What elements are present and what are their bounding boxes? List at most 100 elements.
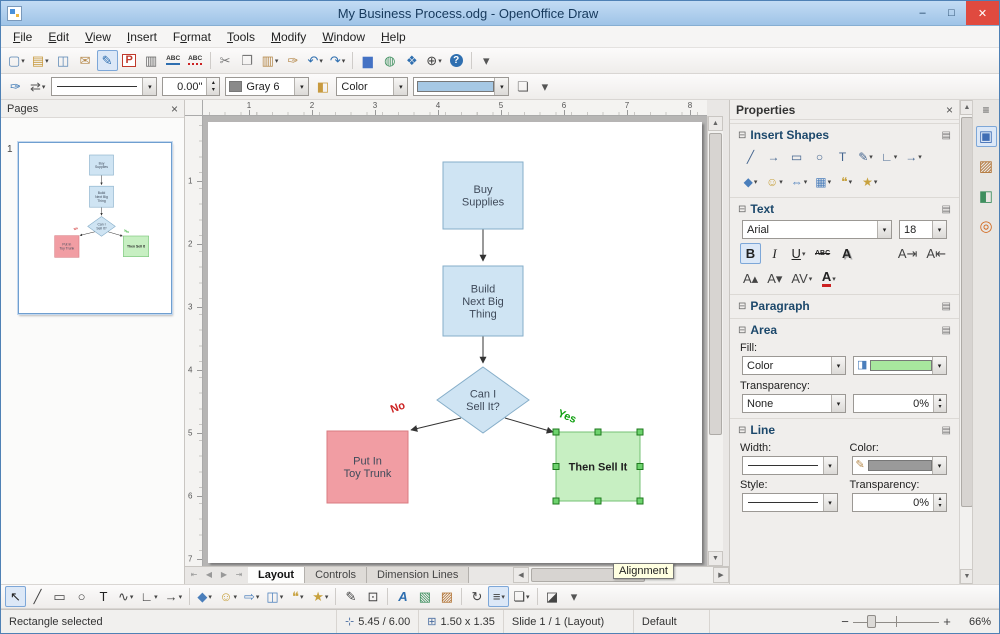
flow-node-sellit[interactable]: Then Sell It [553, 429, 643, 504]
decrease-font-icon[interactable]: A▾ [764, 268, 785, 289]
chart-icon[interactable]: ▆ [357, 50, 378, 71]
insert-curve-icon[interactable]: ✎▾ [855, 146, 876, 167]
callouts-icon[interactable]: ❝▾ [836, 171, 857, 192]
drawing-viewport[interactable]: BuySuppliesBuildNext BigThingCan ISell I… [203, 116, 707, 566]
redo-icon[interactable]: ↷▾ [327, 50, 348, 71]
page-thumbnail[interactable]: BuySuppliesBuildNext BigThingCan ISell I… [18, 142, 172, 314]
line-panel-color-select[interactable]: ✎ ▾ [852, 456, 948, 475]
panel-menu-icon[interactable]: ▤ [942, 130, 951, 141]
line-width-select[interactable]: ▾ [742, 456, 838, 475]
stars-icon[interactable]: ★▾ [859, 171, 880, 192]
clone-formatting-icon[interactable]: ✑ [282, 50, 303, 71]
styles-icon[interactable]: ✑ [5, 76, 26, 97]
section-insert-shapes[interactable]: ⊟ Insert Shapes ▤ [730, 123, 959, 144]
minimize-button[interactable]: – [908, 1, 937, 25]
cut-icon[interactable]: ✂ [215, 50, 236, 71]
collapse-icon[interactable]: ⊟ [738, 130, 746, 141]
sidebar-tab-styles-icon[interactable]: ◧ [976, 186, 997, 207]
autospellcheck-icon[interactable]: ABC [185, 50, 206, 71]
insert-connector-icon[interactable]: ∟▾ [878, 146, 900, 167]
paste-icon[interactable]: ▥▾ [259, 50, 282, 71]
arrange-icon[interactable]: ❏▾ [510, 586, 532, 607]
sidebar-menu-icon[interactable]: ≡ [982, 103, 989, 117]
spinner-arrows-icon[interactable]: ▴▾ [206, 78, 219, 95]
drawing-page[interactable]: BuySuppliesBuildNext BigThingCan ISell I… [208, 122, 702, 563]
selection-handle[interactable] [637, 429, 643, 435]
flow-node-decision[interactable]: Can ISell It? [437, 367, 529, 433]
last-page-icon[interactable]: ⇥ [232, 568, 246, 582]
scroll-down-icon[interactable]: ▼ [708, 551, 723, 566]
menu-edit[interactable]: Edit [40, 27, 77, 47]
menu-format[interactable]: Format [165, 27, 219, 47]
flow-node-decision[interactable]: Can ISell It? [88, 217, 116, 237]
tab-dimension-lines[interactable]: Dimension Lines [367, 567, 469, 583]
rectangle-icon[interactable]: ▭ [49, 586, 70, 607]
fill-color-select[interactable]: ◨ ▾ [853, 356, 947, 375]
panel-menu-icon[interactable]: ▤ [942, 204, 951, 215]
text-icon[interactable]: T [93, 586, 114, 607]
flowchart-icon[interactable]: ▦▾ [812, 171, 834, 192]
collapse-icon[interactable]: ⊟ [738, 425, 746, 436]
selection-handle[interactable] [595, 429, 601, 435]
next-page-icon[interactable]: ▶ [217, 568, 231, 582]
titlebar[interactable]: My Business Process.odg - OpenOffice Dra… [1, 1, 999, 26]
section-area[interactable]: ⊟ Area ▤ [730, 318, 959, 339]
print-icon[interactable]: ▥ [141, 50, 162, 71]
maximize-button[interactable]: □ [937, 1, 966, 25]
zoom-in-button[interactable]: + [939, 610, 955, 633]
menu-window[interactable]: Window [314, 27, 373, 47]
increase-font-icon[interactable]: A▴ [740, 268, 761, 289]
selection-handle[interactable] [637, 498, 643, 504]
menu-help[interactable]: Help [373, 27, 414, 47]
flow-node-sellit[interactable]: Then Sell It [123, 236, 148, 257]
decrease-spacing-icon[interactable]: A⇤ [923, 243, 949, 264]
sidebar-tab-navigator-icon[interactable]: ◎ [976, 216, 997, 237]
underline-icon[interactable]: U▾ [788, 243, 809, 264]
curve-icon[interactable]: ∿▾ [115, 586, 136, 607]
panel-menu-icon[interactable]: ▤ [942, 425, 951, 436]
open-icon[interactable]: ▤▾ [29, 50, 52, 71]
zoom-slider-thumb[interactable] [867, 615, 876, 628]
line-style-panel-select[interactable]: ▾ [742, 493, 838, 512]
new-document-icon[interactable]: ▢▾ [5, 50, 28, 71]
line-style-select[interactable]: ▾ [51, 77, 157, 96]
flow-node-trunk[interactable]: Put InToy Trunk [327, 431, 408, 503]
flowchart-icon[interactable]: ◫▾ [263, 586, 286, 607]
line-color-select[interactable]: Gray 6 ▾ [225, 77, 309, 96]
vertical-scrollbar[interactable]: ▲ ▼ [707, 116, 723, 566]
page-style[interactable]: Default [634, 610, 710, 633]
font-size-select[interactable]: 18 ▾ [899, 220, 947, 239]
flow-connector[interactable] [80, 232, 95, 236]
stars-icon[interactable]: ★▾ [309, 586, 331, 607]
font-name-select[interactable]: Arial ▾ [742, 220, 892, 239]
zoom-out-button[interactable]: − [837, 610, 853, 633]
collapse-icon[interactable]: ⊟ [738, 325, 746, 336]
ellipse-icon[interactable]: ○ [71, 586, 92, 607]
copy-icon[interactable]: ❐ [237, 50, 258, 71]
selection-handle[interactable] [553, 498, 559, 504]
undo-icon[interactable]: ↶▾ [304, 50, 325, 71]
vertical-ruler[interactable]: 1234567 [185, 116, 203, 566]
arrow-style-icon[interactable]: ⇄▾ [27, 76, 48, 97]
selection-handle[interactable] [553, 429, 559, 435]
help-icon[interactable]: ? [446, 50, 467, 71]
previous-page-icon[interactable]: ◀ [202, 568, 216, 582]
callouts-icon[interactable]: ❝▾ [287, 586, 308, 607]
close-icon[interactable]: × [171, 102, 178, 116]
toolbar-options-icon[interactable]: ▾ [476, 50, 497, 71]
flow-connector[interactable] [411, 418, 461, 430]
connector-icon[interactable]: ∟▾ [137, 586, 160, 607]
tab-controls[interactable]: Controls [305, 567, 367, 583]
area-style-select[interactable]: Color ▾ [336, 77, 408, 96]
line-transparency-spinner[interactable]: 0% ▴▾ [852, 493, 948, 512]
flow-node-buy[interactable]: BuySupplies [443, 162, 523, 229]
select-icon[interactable]: ↖ [5, 586, 26, 607]
scroll-up-icon[interactable]: ▲ [708, 116, 723, 131]
scroll-left-icon[interactable]: ◀ [513, 567, 529, 583]
area-dialog-icon[interactable]: ◧ [312, 76, 333, 97]
fontwork-icon[interactable]: A [392, 586, 413, 607]
symbol-shapes-icon[interactable]: ☺▾ [763, 171, 786, 192]
spellcheck-icon[interactable]: ABC [163, 50, 184, 71]
glue-points-icon[interactable]: ⊡ [362, 586, 383, 607]
line-icon[interactable]: ╱ [27, 586, 48, 607]
